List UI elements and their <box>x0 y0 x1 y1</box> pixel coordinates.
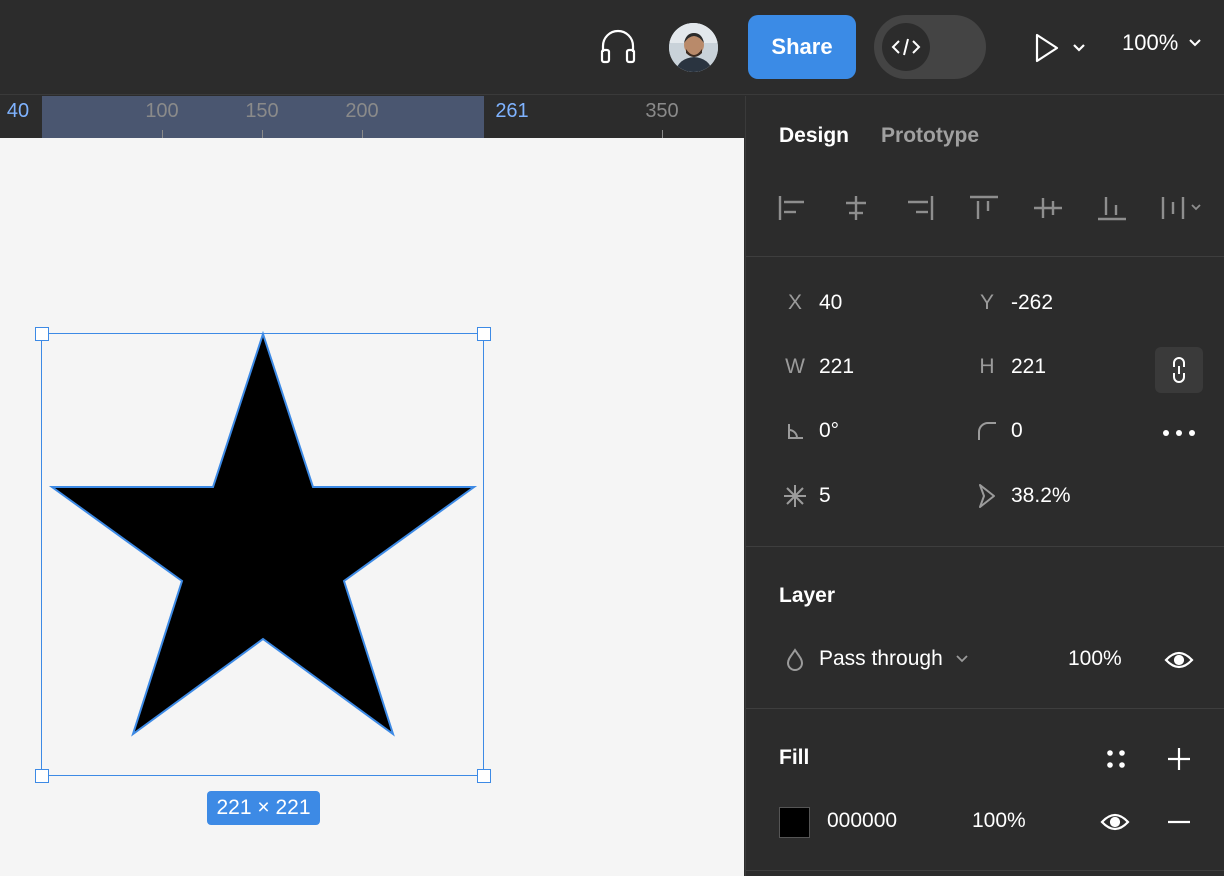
fill-opacity-field[interactable]: 100% <box>972 809 1026 833</box>
y-label: Y <box>979 291 994 314</box>
code-icon <box>882 23 930 71</box>
ratio-value: 38.2% <box>1011 484 1071 507</box>
point-count-field[interactable]: 5 <box>771 483 831 509</box>
align-right-icon[interactable] <box>904 192 968 224</box>
w-label: W <box>785 355 805 378</box>
ratio-field[interactable]: 38.2% <box>963 483 1071 509</box>
layer-opacity-value: 100% <box>1068 647 1122 670</box>
ruler-label: 100 <box>145 100 179 122</box>
zoom-dropdown[interactable]: 100% <box>1122 30 1202 56</box>
height-field[interactable]: H 221 <box>963 355 1046 379</box>
align-top-icon[interactable] <box>968 192 1032 224</box>
ratio-icon <box>963 483 1011 509</box>
ruler-tick <box>662 130 663 138</box>
play-icon <box>1035 33 1085 63</box>
tab-design[interactable]: Design <box>779 124 849 148</box>
rotation-icon <box>771 421 819 441</box>
distribute-dropdown-icon[interactable] <box>1160 192 1210 224</box>
divider <box>746 870 1224 871</box>
layer-section-title: Layer <box>779 584 836 607</box>
y-field[interactable]: Y -262 <box>963 291 1053 315</box>
width-field[interactable]: W 221 <box>771 355 854 379</box>
fill-section-title: Fill <box>779 746 810 769</box>
x-field[interactable]: X 40 <box>771 291 842 315</box>
rotation-value: 0° <box>819 419 840 442</box>
resize-handle-top-left[interactable] <box>35 327 49 341</box>
align-vertical-center-icon[interactable] <box>1032 192 1096 224</box>
present-dropdown[interactable] <box>1032 30 1092 66</box>
fill-hex-value: 000000 <box>827 809 898 832</box>
ruler-tick <box>362 130 363 138</box>
fill-opacity-value: 100% <box>972 809 1026 832</box>
ruler-tick <box>162 130 163 138</box>
more-options-icon[interactable] <box>1159 421 1199 445</box>
eye-icon[interactable] <box>1162 645 1196 675</box>
fill-color-swatch[interactable] <box>779 807 810 838</box>
ruler-label: 200 <box>345 100 379 122</box>
blend-drop-icon <box>771 647 819 671</box>
corner-radius-field[interactable]: 0 <box>963 419 1023 443</box>
divider <box>746 256 1224 257</box>
fill-hex-field[interactable]: 000000 <box>827 809 897 833</box>
y-value: -262 <box>1011 291 1054 314</box>
resize-handle-bottom-right[interactable] <box>477 769 491 783</box>
divider <box>746 708 1224 709</box>
ruler-tick <box>262 130 263 138</box>
ruler-label: 40 <box>6 100 30 122</box>
w-value: 221 <box>819 355 855 378</box>
horizontal-ruler: 40 100 150 200 261 350 <box>0 96 744 138</box>
corner-radius-icon <box>963 420 1011 442</box>
share-button[interactable]: Share <box>748 15 856 79</box>
star-count-icon <box>771 483 819 509</box>
panel-tabs: Design Prototype <box>779 124 979 148</box>
x-label: X <box>787 291 802 314</box>
count-value: 5 <box>819 484 831 507</box>
chevron-down-icon <box>1189 39 1201 47</box>
x-value: 40 <box>819 291 843 314</box>
constrain-proportions-icon[interactable] <box>1155 347 1203 393</box>
divider <box>746 546 1224 547</box>
ruler-label: 261 <box>495 100 529 122</box>
resize-handle-top-right[interactable] <box>477 327 491 341</box>
h-value: 221 <box>1011 355 1047 378</box>
resize-handle-bottom-left[interactable] <box>35 769 49 783</box>
top-toolbar: Share 100% <box>0 0 1224 95</box>
radius-value: 0 <box>1011 419 1023 442</box>
selection-box <box>41 333 484 776</box>
align-bottom-icon[interactable] <box>1096 192 1160 224</box>
ruler-label: 150 <box>245 100 279 122</box>
rotation-field[interactable]: 0° <box>771 419 839 443</box>
blend-mode-dropdown[interactable]: Pass through <box>771 647 969 671</box>
avatar[interactable] <box>669 23 718 72</box>
fill-visibility-eye-icon[interactable] <box>1098 807 1132 837</box>
layer-opacity-field[interactable]: 100% <box>1068 647 1122 671</box>
ruler-label: 350 <box>645 100 679 122</box>
styles-grid-icon[interactable] <box>1101 744 1131 774</box>
remove-fill-icon[interactable] <box>1164 807 1194 837</box>
headphones-icon[interactable] <box>596 24 640 68</box>
properties-panel: Design Prototype X 40 Y -262 W 221 H 221… <box>745 96 1224 876</box>
align-horizontal-center-icon[interactable] <box>840 192 904 224</box>
design-canvas[interactable]: 221 × 221 <box>0 138 744 876</box>
alignment-toolbar <box>776 192 1210 224</box>
dev-mode-toggle[interactable] <box>874 15 986 79</box>
zoom-value: 100% <box>1122 30 1179 55</box>
align-left-icon[interactable] <box>776 192 840 224</box>
chevron-down-icon <box>956 655 968 663</box>
h-label: H <box>979 355 995 378</box>
add-fill-icon[interactable] <box>1164 744 1194 774</box>
tab-prototype[interactable]: Prototype <box>881 124 979 148</box>
dimension-badge: 221 × 221 <box>207 791 320 825</box>
blend-mode-value: Pass through <box>819 647 943 670</box>
